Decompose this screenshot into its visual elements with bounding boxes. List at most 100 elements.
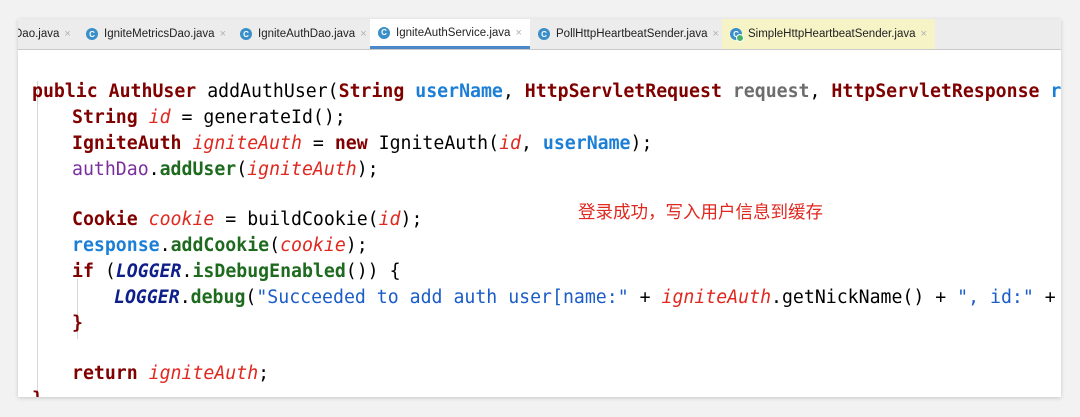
code-token: ( — [236, 159, 248, 180]
code-token: HttpServletResponse — [831, 81, 1040, 102]
code-token: . — [159, 235, 171, 256]
code-token: } — [72, 313, 83, 334]
annotation-text: 登录成功，写入用户信息到缓存 — [578, 203, 823, 223]
java-class-icon: C — [86, 28, 98, 40]
tab-label: IgniteAuthDao.java — [258, 28, 356, 40]
indent-guide — [37, 81, 38, 397]
code-line-logger-debug: LOGGER.debug("Succeeded to add auth user… — [114, 287, 1061, 309]
java-class-icon: C — [240, 28, 252, 40]
tab-label: IgniteAuthService.java — [396, 26, 511, 39]
code-token: ; — [258, 363, 270, 384]
code-token: cookie — [148, 209, 215, 230]
code-token: if — [72, 261, 94, 282]
code-token: isDebugEnabled — [192, 261, 346, 282]
java-class-icon: C — [730, 28, 744, 42]
code-token: . — [179, 287, 191, 308]
code-token: addAuthUser( — [196, 81, 339, 102]
code-token: userName — [415, 81, 503, 102]
code-token: "Succeeded to add auth user[name:" — [256, 287, 629, 308]
code-token: ( — [269, 235, 281, 256]
code-token: ); — [400, 209, 423, 230]
close-icon[interactable]: × — [220, 28, 226, 40]
code-token: LOGGER — [114, 287, 180, 308]
code-token: String — [338, 81, 405, 102]
code-token: return — [72, 363, 138, 384]
code-token: IgniteAuth — [72, 133, 182, 154]
code-token: igniteAuth — [661, 287, 772, 308]
code-token: igniteAuth — [148, 363, 259, 384]
code-line-close-method: } — [32, 389, 43, 397]
code-token: response — [72, 235, 160, 256]
code-token: igniteAuth — [192, 133, 302, 154]
code-token: new — [334, 133, 368, 154]
code-token: } — [32, 389, 43, 397]
tab-poll-http-heartbeat-sender[interactable]: C PollHttpHeartbeatSender.java × — [538, 19, 719, 49]
code-token: HttpServletRequest — [524, 81, 722, 102]
close-icon[interactable]: × — [921, 28, 927, 40]
code-token: id — [378, 209, 401, 230]
code-token: IgniteAuth( — [367, 133, 500, 154]
code-token: addUser — [159, 159, 237, 180]
java-class-icon: C — [378, 26, 390, 39]
code-token: public — [32, 81, 98, 102]
code-token: , — [520, 133, 543, 154]
editor-tab-bar: Dao.java × C IgniteMetricsDao.java × C I… — [18, 19, 1061, 50]
code-token: = buildCookie( — [214, 209, 379, 230]
code-token: , — [502, 81, 525, 102]
code-token: cookie — [280, 235, 346, 256]
code-token: ", id:" — [957, 287, 1034, 308]
code-token: addCookie — [170, 235, 270, 256]
code-line-return: return igniteAuth; — [72, 363, 269, 385]
tab-ignite-auth-dao[interactable]: C IgniteAuthDao.java × — [240, 19, 367, 49]
code-token: ( — [245, 287, 257, 308]
code-line-method-signature: public AuthUser addAuthUser(String userN… — [32, 81, 1061, 103]
code-line-generate-id: String id = generateId(); — [72, 107, 346, 129]
code-token: AuthUser — [108, 81, 197, 102]
code-line-build-cookie: Cookie cookie = buildCookie(id); — [72, 209, 422, 231]
code-token: respo — [1050, 81, 1061, 102]
code-token: id — [499, 133, 521, 154]
code-editor[interactable]: public AuthUser addAuthUser(String userN… — [18, 51, 1061, 397]
code-line-add-cookie: response.addCookie(cookie); — [72, 235, 368, 257]
green-badge-icon — [736, 34, 744, 42]
close-icon[interactable]: × — [64, 28, 70, 40]
java-class-icon: C — [538, 28, 550, 40]
tab-label: Dao.java — [18, 28, 60, 40]
code-token: userName — [542, 133, 631, 154]
close-icon[interactable]: × — [360, 28, 366, 40]
code-line-if-debug: if (LOGGER.isDebugEnabled()) { — [72, 261, 401, 283]
code-token: , — [809, 81, 832, 102]
code-line-add-user: authDao.addUser(igniteAuth); — [72, 159, 379, 181]
code-token: authDao — [72, 159, 149, 180]
code-token: ); — [630, 133, 653, 154]
close-icon[interactable]: × — [713, 28, 719, 40]
code-token: ); — [345, 235, 368, 256]
code-token: LOGGER — [115, 261, 182, 282]
code-token: ( — [93, 261, 116, 282]
tab-simple-http-heartbeat-sender[interactable]: C SimpleHttpHeartbeatSender.java × — [722, 19, 935, 49]
code-token: ()) { — [345, 261, 401, 282]
code-token: debug — [190, 287, 246, 308]
code-line-close-if: } — [72, 313, 83, 335]
tab-ignite-metrics-dao[interactable]: C IgniteMetricsDao.java × — [86, 19, 226, 49]
tab-label: IgniteMetricsDao.java — [104, 28, 215, 40]
tab-label: SimpleHttpHeartbeatSender.java — [748, 28, 916, 40]
code-token: String — [72, 107, 138, 128]
code-token: . — [148, 159, 160, 180]
tab-dao[interactable]: Dao.java × — [18, 19, 71, 49]
code-token: Cookie — [72, 209, 138, 230]
tab-label: PollHttpHeartbeatSender.java — [556, 28, 708, 40]
editor-window: Dao.java × C IgniteMetricsDao.java × C I… — [18, 19, 1061, 397]
code-token: = generateId(); — [170, 107, 346, 128]
close-icon[interactable]: × — [515, 27, 521, 39]
tab-ignite-auth-service[interactable]: C IgniteAuthService.java × — [370, 19, 530, 49]
code-token: . — [181, 261, 193, 282]
